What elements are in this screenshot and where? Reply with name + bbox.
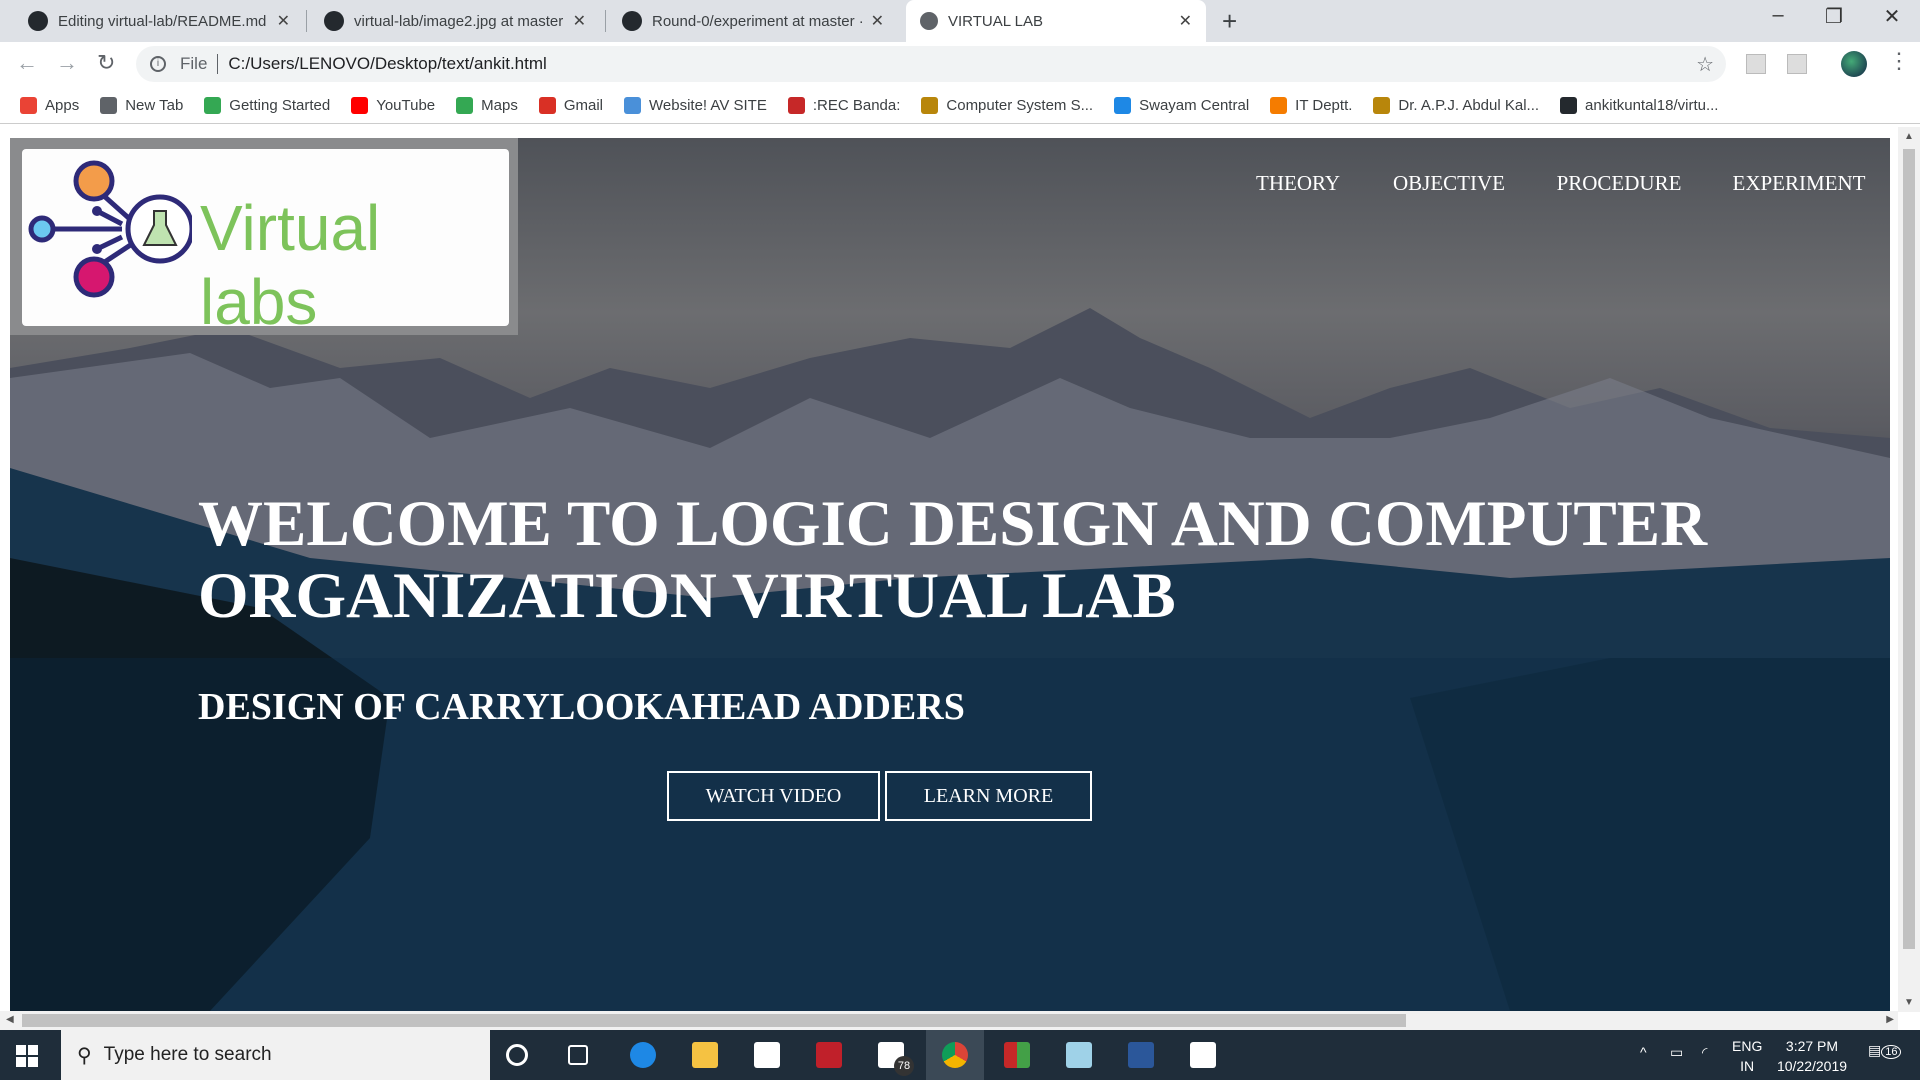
app-icon[interactable]	[1004, 1042, 1030, 1068]
windows-start-icon[interactable]	[16, 1045, 38, 1067]
tab-round0[interactable]: Round-0/experiment at master · a ✕	[608, 0, 898, 42]
file-explorer-icon[interactable]	[692, 1042, 718, 1068]
minimize-button[interactable]: –	[1758, 4, 1798, 27]
close-tab-icon[interactable]: ✕	[1179, 11, 1192, 31]
bookmark-item[interactable]: Dr. A.P.J. Abdul Kal...	[1373, 96, 1539, 114]
address-bar[interactable]: i File C:/Users/LENOVO/Desktop/text/anki…	[136, 46, 1726, 82]
tab-virtual-lab[interactable]: VIRTUAL LAB ✕	[906, 0, 1206, 42]
bookmark-item[interactable]: Computer System S...	[921, 96, 1093, 114]
hero-section: Virtual labs THEORY OBJECTIVE PROCEDURE …	[10, 138, 1890, 1011]
bookmark-item[interactable]: Getting Started	[204, 96, 330, 114]
bookmark-item[interactable]: ankitkuntal18/virtu...	[1560, 96, 1718, 114]
chrome-taskbar-button[interactable]	[926, 1030, 984, 1080]
github-icon	[28, 11, 48, 31]
scheme-label: File	[180, 54, 208, 73]
logo-frame: Virtual labs	[10, 138, 518, 338]
back-button[interactable]: ←	[16, 50, 38, 76]
bookmark-item[interactable]: Swayam Central	[1114, 96, 1249, 114]
word-icon[interactable]	[1128, 1042, 1154, 1068]
cortana-icon[interactable]	[506, 1044, 528, 1066]
bookmark-item[interactable]: :REC Banda:	[787, 96, 900, 114]
bookmark-item[interactable]: Maps	[456, 96, 518, 114]
profile-avatar[interactable]	[1841, 51, 1867, 77]
bookmark-icon	[1270, 96, 1288, 114]
close-tab-icon[interactable]: ✕	[573, 11, 586, 31]
store-icon[interactable]	[754, 1042, 780, 1068]
bookmark-icon	[921, 96, 939, 114]
pdf-extension-icon[interactable]	[1787, 54, 1807, 74]
photos-icon[interactable]	[1190, 1042, 1216, 1068]
bookmark-icon	[456, 96, 474, 114]
nav-procedure[interactable]: PROCEDURE	[1557, 171, 1682, 196]
bookmark-icon	[538, 96, 556, 114]
github-icon	[622, 11, 642, 31]
page-title: WELCOME TO LOGIC DESIGN AND COMPUTER ORG…	[198, 488, 1708, 632]
clock[interactable]: 3:27 PM 10/22/2019	[1772, 1036, 1852, 1076]
bookmark-icon	[100, 96, 118, 114]
mcafee-icon[interactable]	[816, 1042, 842, 1068]
search-icon: ⚲	[77, 1044, 92, 1067]
extension-icon[interactable]	[1746, 54, 1766, 74]
nav-theory[interactable]: THEORY	[1256, 171, 1340, 196]
taskbar-search-box[interactable]: ⚲ Type here to search	[61, 1030, 490, 1080]
logo-text: Virtual labs	[200, 192, 381, 338]
nav-objective[interactable]: OBJECTIVE	[1393, 171, 1505, 196]
browser-toolbar: ← → ↻ i File C:/Users/LENOVO/Desktop/tex…	[0, 42, 1920, 87]
bookmark-icon	[1114, 96, 1132, 114]
bookmark-item[interactable]: Apps	[20, 96, 79, 114]
restore-button[interactable]: ❐	[1814, 4, 1854, 29]
bookmark-item[interactable]: IT Deptt.	[1270, 96, 1352, 114]
menu-icon[interactable]: ⋮	[1888, 48, 1910, 74]
tab-image2[interactable]: virtual-lab/image2.jpg at master ✕	[310, 0, 600, 42]
reload-button[interactable]: ↻	[97, 50, 115, 76]
edge-icon[interactable]	[630, 1042, 656, 1068]
windows-taskbar: ⚲ Type here to search 78 ^ ▭ ◜ ENG IN 3:27…	[0, 1030, 1920, 1080]
globe-icon	[920, 12, 938, 30]
task-view-icon[interactable]	[568, 1045, 588, 1065]
logo-molecule-icon	[28, 160, 192, 298]
bookmark-icon	[20, 96, 37, 114]
tab-readme[interactable]: Editing virtual-lab/README.md a ✕	[14, 0, 304, 42]
tray-chevron-icon[interactable]: ^	[1640, 1044, 1647, 1060]
wifi-icon[interactable]: ◜	[1702, 1044, 1707, 1061]
watch-video-button[interactable]: WATCH VIDEO	[667, 771, 880, 821]
bookmark-icon	[1560, 96, 1578, 114]
tab-bar: Editing virtual-lab/README.md a ✕ virtual…	[0, 0, 1920, 42]
experiment-title: DESIGN OF CARRYLOOKAHEAD ADDERS	[198, 686, 965, 728]
notes-icon[interactable]	[1066, 1042, 1092, 1068]
bookmarks-bar: Apps New Tab Getting Started YouTube Maps Gma…	[0, 87, 1920, 124]
new-tab-button[interactable]: +	[1222, 6, 1237, 37]
learn-more-button[interactable]: LEARN MORE	[885, 771, 1092, 821]
virtual-labs-logo[interactable]: Virtual labs	[22, 149, 509, 338]
horizontal-scrollbar[interactable]: ◀ ▶	[0, 1011, 1898, 1030]
bookmark-icon	[787, 96, 805, 114]
mail-badge: 78	[894, 1056, 914, 1076]
url-text[interactable]: C:/Users/LENOVO/Desktop/text/ankit.html	[228, 54, 546, 74]
language-indicator[interactable]: ENG IN	[1732, 1036, 1762, 1076]
close-tab-icon[interactable]: ✕	[871, 11, 884, 31]
github-icon	[324, 11, 344, 31]
mail-icon[interactable]: 78	[878, 1042, 914, 1076]
bookmark-item[interactable]: New Tab	[100, 96, 183, 114]
close-window-button[interactable]: ✕	[1872, 4, 1912, 29]
nav-experiment[interactable]: EXPERIMENT	[1733, 171, 1866, 196]
bookmark-star-icon[interactable]: ☆	[1696, 52, 1714, 77]
bookmark-item[interactable]: Website! AV SITE	[624, 96, 767, 114]
close-tab-icon[interactable]: ✕	[277, 11, 290, 31]
bookmark-item[interactable]: Gmail	[538, 96, 603, 114]
bookmark-icon	[1373, 96, 1391, 114]
bookmark-item[interactable]: YouTube	[351, 96, 435, 114]
bookmark-icon	[204, 96, 222, 114]
battery-icon[interactable]: ▭	[1670, 1044, 1683, 1061]
vertical-scrollbar[interactable]: ▲ ▼	[1898, 127, 1920, 1012]
bookmark-icon	[624, 96, 642, 114]
forward-button[interactable]: →	[56, 50, 78, 76]
bookmark-icon	[351, 96, 369, 114]
notifications-icon[interactable]: ▤ 16	[1868, 1042, 1902, 1059]
info-icon[interactable]: i	[150, 56, 166, 72]
